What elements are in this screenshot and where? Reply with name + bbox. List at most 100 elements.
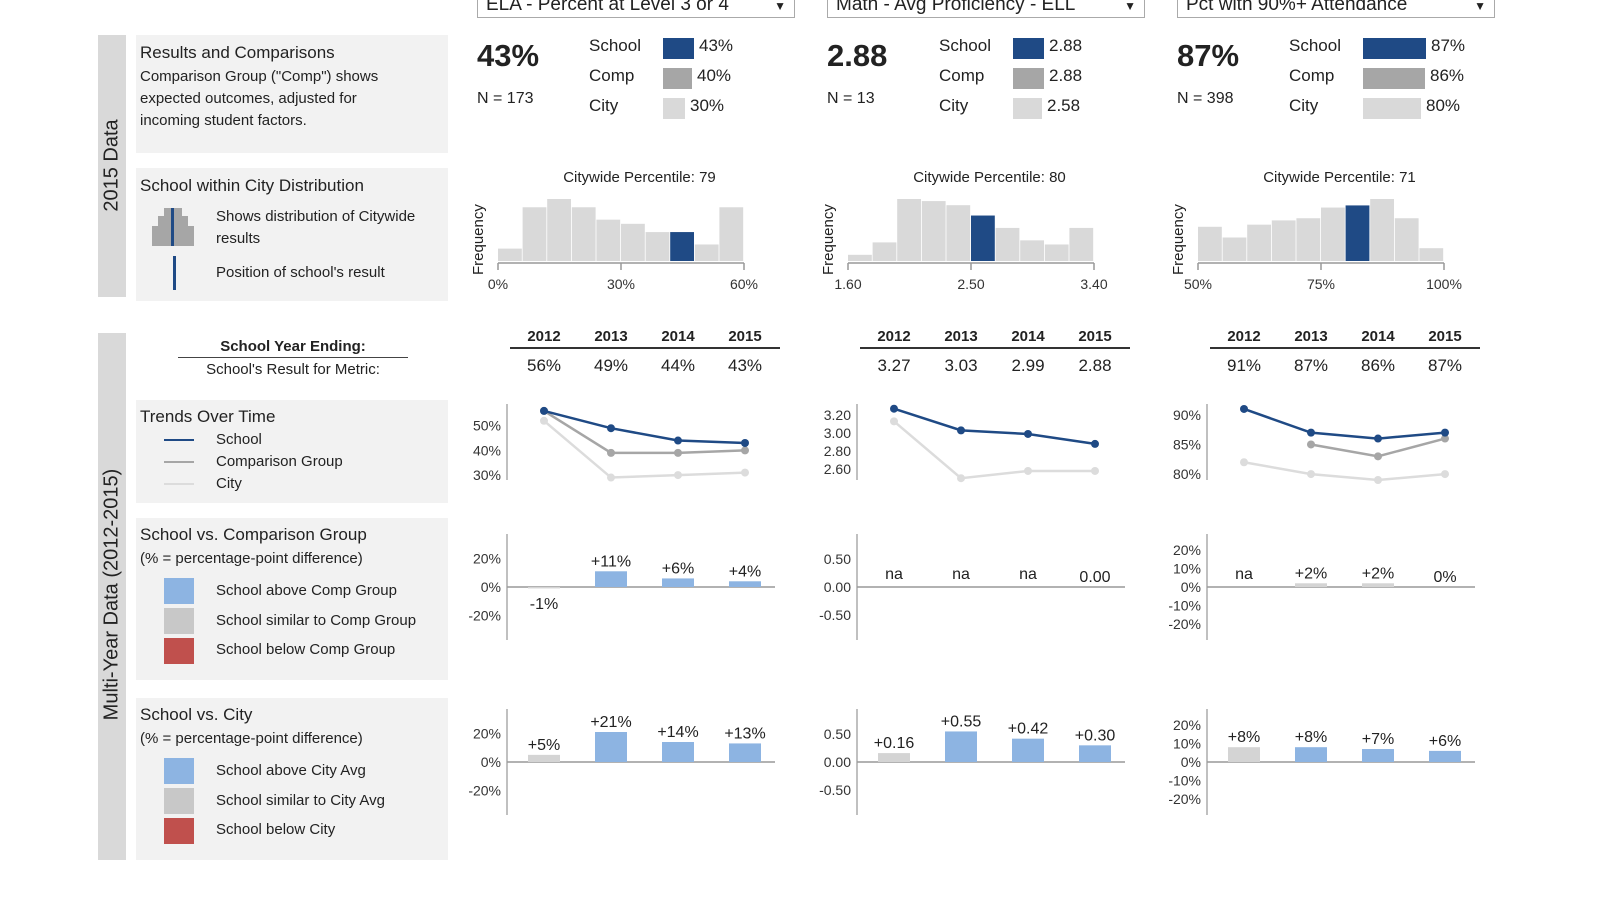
difference-bar-chart: 0.50 0.00 -0.50 na na na 0.00 (819, 534, 1125, 640)
year-value: 49% (593, 356, 629, 375)
diff-bar-label: +0.55 (941, 713, 982, 730)
diff-bar (528, 754, 560, 762)
distribution-legend: School within City Distribution Shows di… (136, 168, 448, 301)
band-multi-year-label: Multi-Year Data (2012-2015) (100, 468, 123, 721)
row-label-city: City (1289, 96, 1319, 115)
diff-bar (729, 581, 761, 587)
trend-tick-label: 30% (473, 467, 501, 483)
diff-bar-label: na (1235, 566, 1253, 583)
diff-bar (528, 587, 560, 589)
histogram-bin (1247, 224, 1271, 261)
metric-value: 43% (477, 38, 540, 73)
results-title: Results and Comparisons (140, 43, 335, 62)
results-line-3: incoming student factors. (140, 112, 307, 129)
trend-line-city (1243, 461, 1446, 482)
trend-tick-label: 90% (1173, 407, 1201, 423)
year-header: 2015 (728, 328, 762, 345)
histogram-tick-label: 50% (1184, 276, 1212, 292)
year-header: 2012 (527, 328, 561, 345)
difference-bar-chart: 20% 0% -20% +5% +21% +14% +13% (468, 709, 775, 815)
vs-city-similar: School similar to City Avg (216, 792, 385, 809)
year-header: 2013 (944, 328, 978, 345)
mini-histogram-icon (152, 208, 194, 246)
diff-tick-label: 20% (1173, 717, 1201, 733)
diff-bar-label: +5% (528, 737, 560, 754)
histogram-bin (1198, 226, 1222, 261)
diff-tick-label: 0.50 (824, 726, 851, 742)
histogram-ylabel: Frequency (820, 204, 837, 275)
metric-dropdown-math[interactable]: Math - Avg Proficiency - ELL ▼ (827, 0, 1145, 18)
metric-dropdown-attendance[interactable]: Pct with 90%+ Attendance ▼ (1177, 0, 1495, 18)
results-line-1: Comparison Group ("Comp") shows (140, 68, 379, 85)
year-header-title: School Year Ending: (220, 338, 366, 355)
metric-column-math: Math - Avg Proficiency - ELL ▼ 2.88 N = 13 S… (819, 0, 1157, 900)
trend-point (540, 406, 548, 415)
histogram-bin (848, 254, 872, 261)
diff-bar-label: +6% (662, 560, 694, 577)
trend-line-chart: 50% 40% 30% (473, 404, 749, 483)
histogram-bin (1321, 207, 1345, 261)
diff-bar-label: +13% (724, 725, 765, 742)
diff-bar-label: 0% (1433, 569, 1456, 586)
trend-point (890, 417, 898, 426)
metric-column-ela: ELA - Percent at Level 3 or 4 ▼ 43% N = 173… (468, 0, 807, 900)
diff-bar (729, 743, 761, 762)
diff-bar (1429, 750, 1461, 762)
diff-bar (1012, 738, 1044, 762)
trend-point (741, 439, 749, 447)
year-value: 87% (1427, 356, 1463, 375)
diff-bar-label: +7% (1362, 731, 1394, 748)
trends-legend: Trends Over Time School Comparison Group… (136, 400, 448, 503)
histogram-tick-label: 75% (1307, 276, 1335, 292)
histogram-bin (645, 232, 670, 261)
diff-bar (595, 571, 627, 587)
chevron-down-icon: ▼ (774, 0, 786, 13)
year-header: 2012 (877, 328, 911, 345)
histogram-chart: Frequency0% 30% 60% (470, 199, 758, 292)
diff-tick-label: 0.50 (824, 551, 851, 567)
trend-point (674, 436, 682, 445)
histogram-bin (872, 242, 897, 261)
year-value: 86% (1360, 356, 1396, 375)
row-bar-city (663, 98, 685, 119)
histogram-bin (621, 223, 645, 261)
trend-line-school (1243, 407, 1446, 440)
vs-city-above: School above City Avg (216, 762, 366, 779)
metric-dropdown-ela[interactable]: ELA - Percent at Level 3 or 4 ▼ (477, 0, 795, 18)
trends-item-school: School (216, 431, 262, 448)
histogram-bin-school (971, 215, 995, 261)
histogram-tick-label: 100% (1426, 276, 1462, 292)
chevron-down-icon: ▼ (1124, 0, 1136, 13)
diff-tick-label: -20% (468, 783, 501, 799)
trend-point (1240, 404, 1248, 413)
diff-bar-label: +0.30 (1075, 727, 1116, 744)
vs-comp-legend: School vs. Comparison Group (% = percent… (136, 518, 448, 680)
row-label-city: City (589, 96, 619, 115)
below-city-swatch-icon (164, 818, 194, 844)
row-bar-school (1363, 38, 1426, 59)
trend-tick-label: 2.60 (824, 461, 851, 477)
vs-comp-above: School above Comp Group (216, 582, 397, 599)
year-value: 56% (526, 356, 562, 375)
histogram-bin (897, 199, 921, 261)
trend-point (1374, 434, 1382, 443)
diff-bar (878, 753, 910, 762)
row-value-school: 2.88 (1049, 36, 1083, 55)
row-value-city: 2.58 (1047, 96, 1081, 115)
trend-line-chart: 3.20 3.00 2.80 2.60 (824, 404, 1099, 483)
row-label-school: School (589, 36, 641, 55)
year-header: 2015 (1078, 328, 1112, 345)
diff-bar-label: +2% (1295, 565, 1327, 582)
histogram-bin (1069, 227, 1094, 261)
histogram-bin (946, 205, 971, 261)
diff-bar-label: +11% (591, 553, 631, 570)
histogram-bin (596, 219, 621, 261)
diff-tick-label: 0.00 (824, 754, 851, 770)
diff-tick-label: 20% (473, 725, 501, 741)
metric-n: N = 398 (1177, 90, 1234, 107)
trend-point (741, 468, 749, 477)
metric-dropdown-label: ELA - Percent at Level 3 or 4 (486, 0, 729, 15)
trend-point (1374, 476, 1382, 484)
year-header: 2012 (1227, 328, 1261, 345)
year-table-rule (1210, 347, 1480, 349)
